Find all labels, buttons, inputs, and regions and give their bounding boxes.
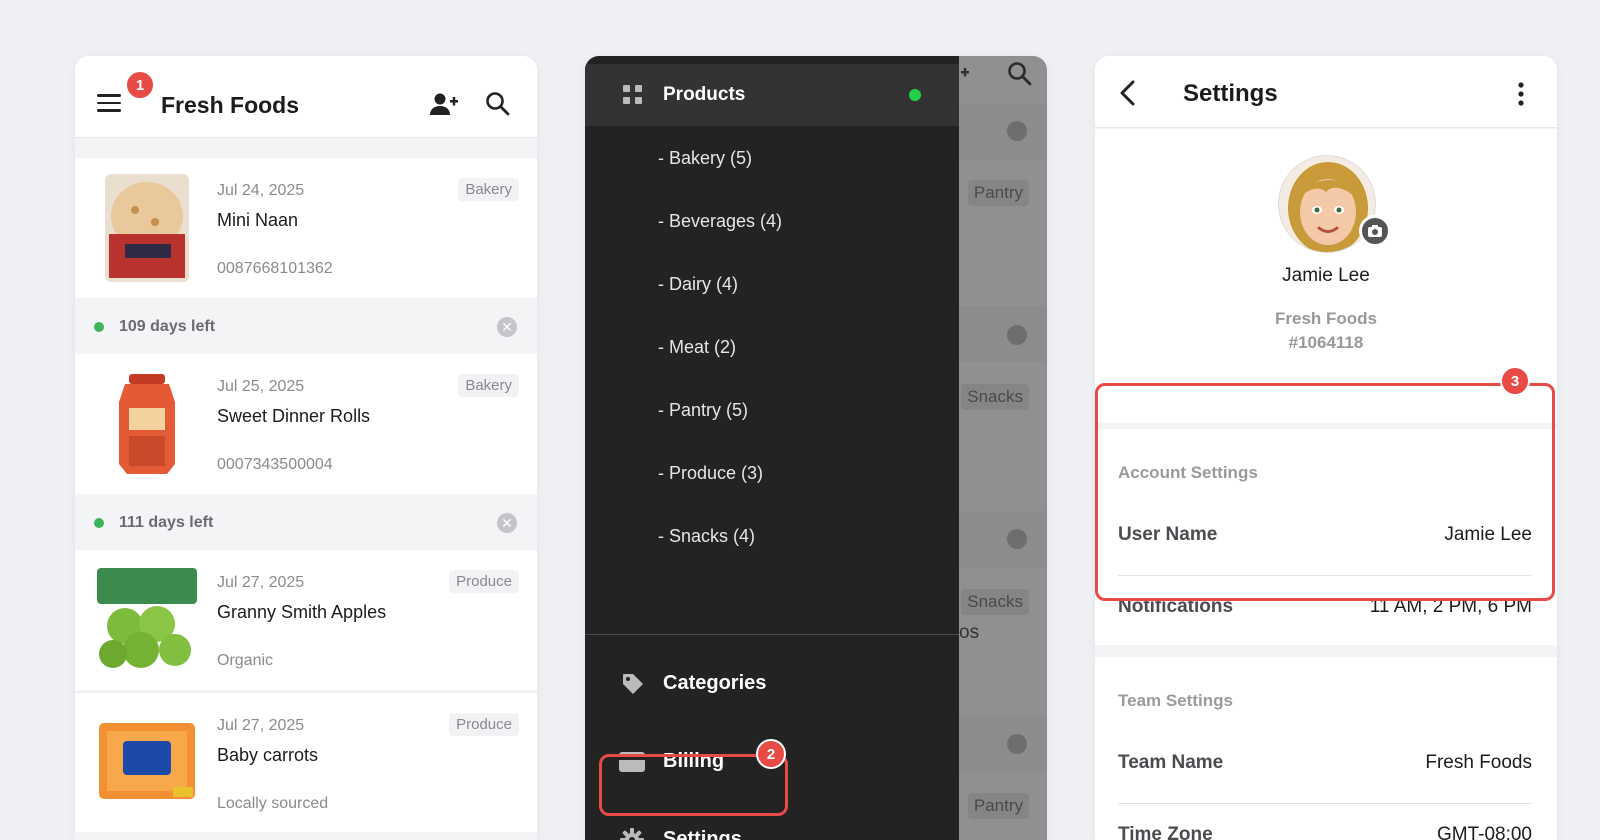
divider: [585, 634, 959, 635]
search-icon: [1008, 62, 1032, 86]
background-row: [947, 511, 1047, 567]
list-item[interactable]: Jul 24, 2025 Mini Naan 0087668101362 Bak…: [75, 158, 537, 298]
back-arrow-icon[interactable]: [1119, 80, 1137, 106]
status-dot: [909, 89, 921, 101]
callout-badge: 3: [1500, 366, 1530, 396]
subcategory-dairy[interactable]: - Dairy (4): [658, 274, 738, 295]
item-date: Jul 27, 2025: [217, 717, 305, 734]
subcategory-beverages[interactable]: - Beverages (4): [658, 211, 782, 232]
close-icon: [1007, 325, 1027, 345]
subcategory-pantry[interactable]: - Pantry (5): [658, 400, 748, 421]
callout-badge: 2: [756, 739, 786, 769]
menu-icon[interactable]: [97, 94, 121, 112]
close-icon: [1007, 734, 1027, 754]
status-dot: [94, 518, 104, 528]
product-list-screen: Fresh Foods Jul 24, 2025 Mini Naan 00876…: [75, 56, 537, 840]
subcategory-produce[interactable]: - Produce (3): [658, 463, 763, 484]
profile-card: Jamie Lee Fresh Foods #1064118: [1095, 129, 1557, 423]
team-settings-section: Team Settings Team Name Fresh Foods Time…: [1095, 657, 1557, 840]
item-name: Granny Smith Apples: [217, 602, 387, 622]
item-barcode: 0087668101362: [217, 260, 333, 277]
category-tag: Bakery: [458, 374, 519, 397]
product-image: [105, 174, 189, 282]
categories-label: Categories: [663, 672, 767, 694]
category-tag: Produce: [449, 570, 519, 593]
close-icon: [1007, 529, 1027, 549]
item-note: Locally sourced: [217, 795, 329, 812]
days-left-label: 111 days left: [119, 514, 214, 531]
subcategory-snacks[interactable]: - Snacks (4): [658, 526, 755, 547]
category-tag: Bakery: [458, 178, 519, 201]
setting-value: Fresh Foods: [1425, 752, 1532, 773]
row-divider: [1118, 803, 1532, 804]
close-icon[interactable]: ✕: [497, 317, 517, 337]
background-row: [947, 104, 1047, 160]
item-date: Jul 27, 2025: [217, 574, 305, 591]
profile-company: Fresh Foods: [1274, 309, 1377, 328]
settings-header: Settings: [1095, 56, 1557, 128]
category-tag: Pantry: [967, 180, 1029, 206]
setting-label: Time Zone: [1118, 824, 1213, 840]
category-tag: Snacks: [961, 384, 1029, 410]
setting-label: Team Name: [1118, 752, 1224, 773]
products-label: Products: [663, 84, 746, 105]
background-row: [947, 306, 1047, 362]
item-name: Mini Naan: [217, 210, 299, 230]
background-row: [947, 716, 1047, 772]
settings-label: Settings: [663, 828, 742, 840]
tag-icon: [623, 674, 643, 694]
callout-badge: 1: [125, 70, 155, 100]
profile-name: Jamie Lee: [1282, 265, 1370, 286]
item-name: Baby carrots: [217, 745, 319, 765]
category-tag: Produce: [449, 713, 519, 736]
category-tag: Pantry: [967, 793, 1029, 819]
navigation-drawer-screen: Pantry Snacks Snacks os Pantry Products …: [585, 56, 1047, 840]
products-menu-item[interactable]: Products: [585, 64, 959, 126]
profile-company-id: #1064118: [1288, 333, 1364, 352]
navigation-drawer: Products - Bakery (5) - Beverages (4) - …: [585, 56, 959, 840]
product-image: [97, 568, 197, 668]
setting-value: GMT-08:00: [1436, 824, 1532, 840]
list-item[interactable]: Jul 27, 2025 Granny Smith Apples Organic…: [75, 550, 537, 690]
account-settings-highlight: [1095, 383, 1555, 601]
more-options-icon[interactable]: [1517, 82, 1525, 106]
section-title: Team Settings: [1118, 691, 1233, 710]
close-icon: [1007, 121, 1027, 141]
list-item[interactable]: Jul 25, 2025 Sweet Dinner Rolls 00073435…: [75, 354, 537, 494]
item-name: Sweet Dinner Rolls: [217, 406, 371, 426]
product-image: [119, 374, 175, 474]
item-date: Jul 25, 2025: [217, 378, 305, 395]
list-item[interactable]: Jul 27, 2025 Baby carrots Locally source…: [75, 692, 537, 832]
status-dot: [94, 322, 104, 332]
expiry-row: 109 days left ✕: [75, 299, 537, 355]
item-barcode: 0007343500004: [217, 456, 333, 473]
app-title: Fresh Foods: [161, 92, 300, 118]
search-icon[interactable]: [485, 91, 511, 117]
background-text-fragment: os: [959, 622, 980, 643]
add-user-icon[interactable]: [429, 91, 459, 117]
item-note: Organic: [217, 652, 274, 669]
expiry-row: 111 days left ✕: [75, 495, 537, 551]
gear-icon: [620, 828, 644, 840]
subcategory-bakery[interactable]: - Bakery (5): [658, 148, 752, 169]
days-left-label: 109 days left: [119, 318, 216, 335]
item-date: Jul 24, 2025: [217, 182, 305, 199]
grid-icon: [623, 85, 642, 104]
subcategory-meat[interactable]: - Meat (2): [658, 337, 736, 358]
camera-icon[interactable]: [1359, 215, 1391, 247]
product-image: [99, 723, 195, 799]
category-tag: Snacks: [961, 589, 1029, 615]
page-title: Settings: [1183, 80, 1278, 107]
close-icon[interactable]: ✕: [497, 513, 517, 533]
